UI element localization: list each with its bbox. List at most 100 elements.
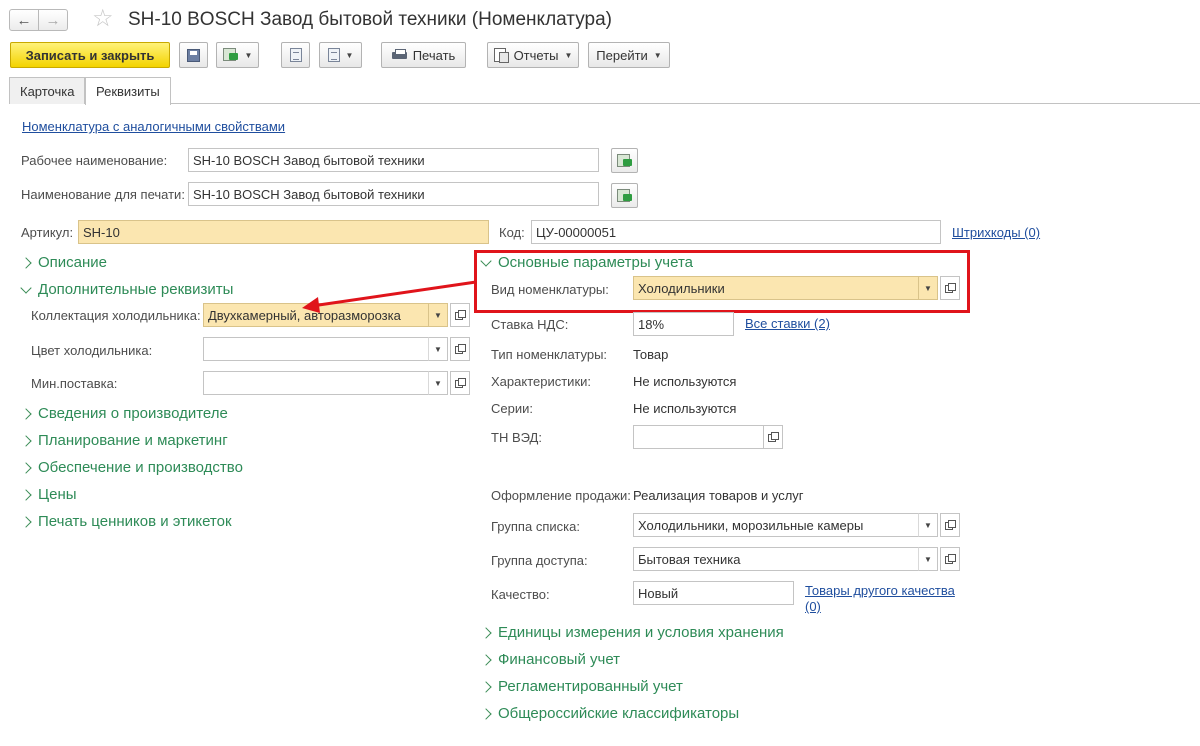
min-supply-dropdown[interactable]: ▼ — [428, 371, 448, 395]
group-labels[interactable]: Печать ценников и этикеток — [20, 513, 232, 530]
type-label: Тип номенклатуры: — [491, 347, 608, 362]
tn-ved-label: ТН ВЭД: — [491, 430, 542, 445]
chevron-down-icon: ▼ — [924, 520, 932, 530]
access-group-field[interactable]: Бытовая техника — [633, 547, 919, 571]
code-field[interactable]: ЦУ-00000051 — [531, 220, 941, 244]
chevron-right-icon — [480, 680, 492, 693]
generate-icon — [616, 188, 633, 203]
favorite-star-icon[interactable]: ☆ — [92, 6, 114, 32]
group-prices[interactable]: Цены — [20, 486, 77, 503]
other-quality-link[interactable]: Товары другого качества — [805, 583, 955, 598]
tn-ved-open-button[interactable] — [763, 425, 783, 449]
open-window-icon — [945, 554, 956, 564]
other-quality-count-link[interactable]: (0) — [805, 599, 821, 614]
list-group-label: Группа списка: — [491, 519, 580, 534]
access-group-open-button[interactable] — [940, 547, 960, 571]
list-group-open-button[interactable] — [940, 513, 960, 537]
barcodes-link[interactable]: Штрихкоды (0) — [952, 225, 1040, 240]
quality-field[interactable]: Новый — [633, 581, 794, 605]
group-additional[interactable]: Дополнительные реквизиты — [20, 281, 234, 298]
annotation-highlight-box — [474, 250, 970, 313]
document-clock-icon — [327, 48, 340, 62]
group-regulated[interactable]: Регламентированный учет — [480, 678, 683, 695]
print-name-label: Наименование для печати: — [21, 187, 185, 202]
group-financial[interactable]: Финансовый учет — [480, 651, 621, 668]
article-label: Артикул: — [21, 225, 74, 240]
group-manufacturer[interactable]: Сведения о производителе — [20, 405, 228, 422]
chevron-down-icon: ▼ — [564, 50, 573, 60]
floppy-disk-icon — [187, 48, 200, 62]
forward-button[interactable]: → — [38, 9, 68, 31]
group-supply[interactable]: Обеспечение и производство — [20, 459, 243, 476]
back-button[interactable]: ← — [9, 9, 39, 31]
print-name-generate-button[interactable] — [611, 183, 638, 208]
tab-card[interactable]: Карточка — [9, 77, 86, 104]
chevron-down-icon: ▼ — [434, 344, 442, 354]
work-name-label: Рабочее наименование: — [21, 153, 168, 168]
open-window-icon — [945, 520, 956, 530]
group-planning[interactable]: Планирование и маркетинг — [20, 432, 228, 449]
min-supply-field[interactable] — [203, 371, 429, 395]
group-supply-label: Обеспечение и производство — [38, 459, 243, 476]
chevron-right-icon — [480, 626, 492, 639]
open-window-icon — [455, 344, 466, 354]
group-units[interactable]: Единицы измерения и условия хранения — [480, 624, 784, 641]
chevron-down-icon: ▼ — [345, 50, 354, 60]
characteristics-label: Характеристики: — [491, 374, 592, 389]
min-supply-open-button[interactable] — [450, 371, 470, 395]
fridge-collection-label: Коллектация холодильника: — [31, 308, 201, 323]
chevron-right-icon — [480, 653, 492, 666]
window-title: SH-10 BOSCH Завод бытовой техники (Номен… — [128, 9, 612, 30]
group-description-label: Описание — [38, 254, 108, 271]
fridge-color-open-button[interactable] — [450, 337, 470, 361]
work-name-generate-button[interactable] — [611, 148, 638, 173]
vat-field[interactable]: 18% — [633, 312, 734, 336]
save-and-close-button[interactable]: Записать и закрыть — [10, 42, 170, 68]
article-field[interactable]: SH-10 — [78, 220, 489, 244]
work-name-field[interactable]: SH-10 BOSCH Завод бытовой техники — [188, 148, 599, 172]
group-classifiers[interactable]: Общероссийские классификаторы — [480, 705, 740, 722]
print-name-field[interactable]: SH-10 BOSCH Завод бытовой техники — [188, 182, 599, 206]
chevron-right-icon — [20, 407, 32, 420]
fridge-color-dropdown[interactable]: ▼ — [428, 337, 448, 361]
create-based-on-icon — [222, 48, 239, 62]
type-value: Товар — [633, 347, 669, 362]
attachments-button[interactable]: ▼ — [319, 42, 362, 68]
arrow-left-icon: ← — [16, 11, 32, 29]
access-group-label: Группа доступа: — [491, 553, 588, 568]
chevron-right-icon — [20, 461, 32, 474]
series-value: Не используются — [633, 401, 737, 416]
group-additional-label: Дополнительные реквизиты — [38, 281, 234, 298]
list-group-dropdown[interactable]: ▼ — [918, 513, 938, 537]
sale-design-label: Оформление продажи: — [491, 488, 631, 503]
group-classifiers-label: Общероссийские классификаторы — [498, 705, 740, 722]
generate-icon — [616, 153, 633, 168]
chevron-right-icon — [480, 707, 492, 720]
min-supply-label: Мин.поставка: — [31, 376, 118, 391]
arrow-right-icon: → — [45, 11, 61, 29]
group-financial-label: Финансовый учет — [498, 651, 621, 668]
sale-design-value: Реализация товаров и услуг — [633, 488, 804, 503]
save-button[interactable] — [179, 42, 208, 68]
related-documents-button[interactable] — [281, 42, 310, 68]
group-planning-label: Планирование и маркетинг — [38, 432, 228, 449]
group-description[interactable]: Описание — [20, 254, 108, 271]
list-group-field[interactable]: Холодильники, морозильные камеры — [633, 513, 919, 537]
group-units-label: Единицы измерения и условия хранения — [498, 624, 784, 641]
create-based-on-button[interactable]: ▼ — [216, 42, 259, 68]
access-group-dropdown[interactable]: ▼ — [918, 547, 938, 571]
print-button[interactable]: Печать — [381, 42, 466, 68]
group-manufacturer-label: Сведения о производителе — [38, 405, 228, 422]
tab-requisites[interactable]: Реквизиты — [85, 77, 171, 105]
reports-button[interactable]: Отчеты ▼ — [487, 42, 579, 68]
tab-card-label: Карточка — [20, 83, 75, 99]
fridge-color-label: Цвет холодильника: — [31, 343, 153, 358]
chevron-down-icon: ▼ — [653, 50, 662, 60]
printer-icon — [391, 49, 407, 61]
all-rates-link[interactable]: Все ставки (2) — [745, 316, 830, 331]
goto-button[interactable]: Перейти ▼ — [588, 42, 670, 68]
chevron-right-icon — [20, 488, 32, 501]
similar-items-link[interactable]: Номенклатура с аналогичными свойствами — [22, 119, 285, 134]
tn-ved-field[interactable] — [633, 425, 764, 449]
fridge-color-field[interactable] — [203, 337, 429, 361]
